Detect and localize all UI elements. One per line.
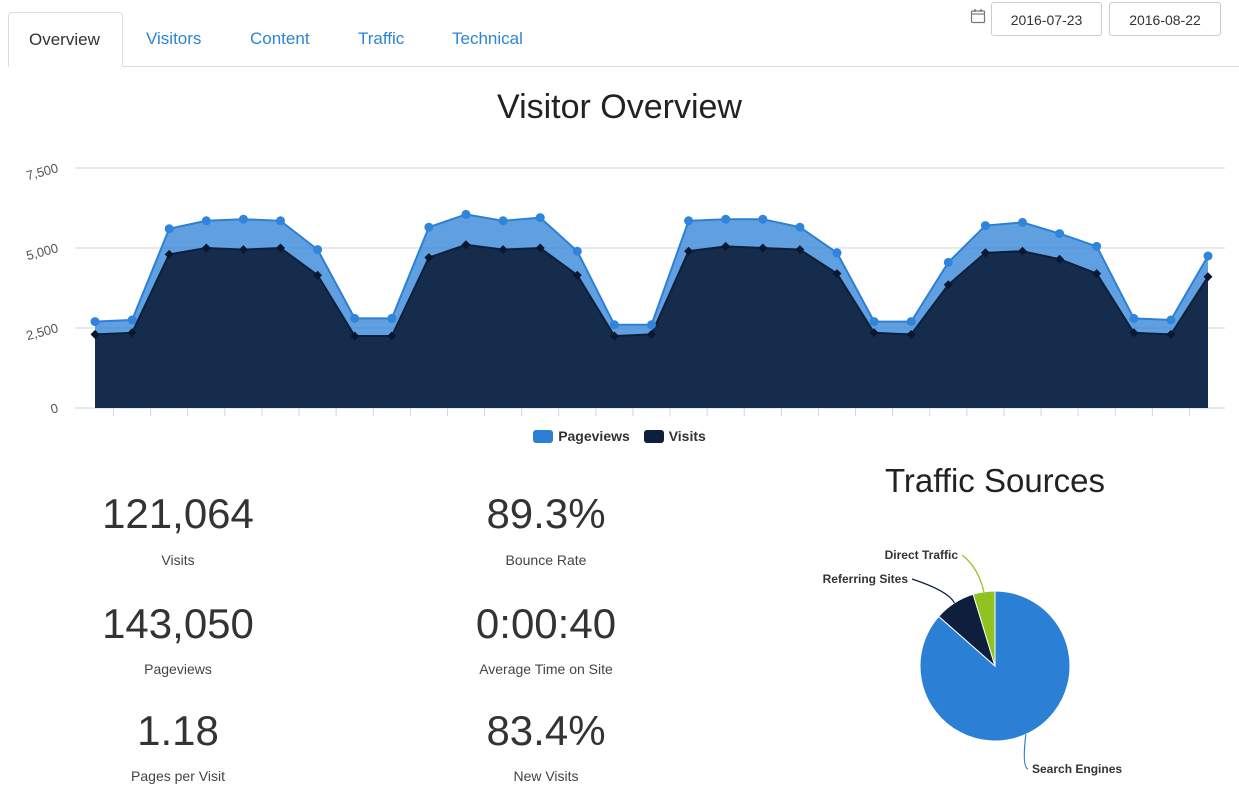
visitor-overview-chart: 0 2,500 5,000 7,500 bbox=[24, 160, 1225, 417]
point-pageviews bbox=[127, 315, 137, 325]
legend-item-visits[interactable]: Visits bbox=[643, 428, 706, 444]
y-tick-label: 7,500 bbox=[24, 160, 59, 183]
chart-title: Visitor Overview bbox=[497, 88, 742, 126]
legend-label-visits: Visits bbox=[668, 428, 706, 444]
avg-time-value: 0:00:40 bbox=[475, 600, 617, 647]
point-pageviews bbox=[387, 313, 397, 323]
legend-swatch-pageviews bbox=[533, 430, 554, 443]
y-tick-label: 5,000 bbox=[24, 240, 59, 263]
pie-connector bbox=[961, 554, 985, 592]
pageviews-value: 143,050 bbox=[102, 600, 254, 647]
point-pageviews bbox=[350, 313, 360, 323]
legend-item-pageviews[interactable]: Pageviews bbox=[533, 428, 630, 444]
point-pageviews bbox=[1166, 315, 1176, 325]
start-date-field[interactable]: 2016-07-23 bbox=[991, 2, 1102, 36]
point-pageviews bbox=[276, 216, 285, 226]
visits-value: 121,064 bbox=[102, 490, 254, 537]
bounce-rate-label: Bounce Rate bbox=[505, 552, 587, 568]
point-pageviews bbox=[572, 246, 582, 256]
point-pageviews bbox=[980, 221, 990, 231]
chart-legend: Pageviews Visits bbox=[0, 428, 1239, 444]
point-pageviews bbox=[609, 320, 619, 330]
point-pageviews bbox=[90, 317, 100, 327]
point-pageviews bbox=[535, 213, 545, 223]
point-pageviews bbox=[684, 216, 694, 226]
point-pageviews bbox=[1203, 251, 1213, 261]
legend-swatch-visits bbox=[643, 430, 664, 443]
pie-connector bbox=[1023, 734, 1029, 770]
point-pageviews bbox=[1092, 241, 1102, 251]
pie-label: Direct Traffic bbox=[885, 548, 959, 562]
pie-connector bbox=[911, 578, 955, 604]
point-pageviews bbox=[1055, 229, 1065, 239]
pie-label: Referring Sites bbox=[823, 572, 909, 586]
pie-title: Traffic Sources bbox=[884, 462, 1106, 499]
calendar-icon[interactable] bbox=[970, 8, 986, 24]
pageviews-label: Pageviews bbox=[144, 661, 212, 677]
visits-label: Visits bbox=[161, 552, 195, 568]
y-tick-label: 0 bbox=[49, 400, 60, 416]
pages-per-visit-value: 1.18 bbox=[137, 707, 219, 754]
end-date-field[interactable]: 2016-08-22 bbox=[1109, 2, 1221, 36]
point-pageviews bbox=[758, 214, 768, 224]
y-tick-label: 2,500 bbox=[24, 320, 59, 343]
legend-label-pageviews: Pageviews bbox=[558, 428, 630, 444]
point-pageviews bbox=[164, 224, 174, 234]
tab-technical[interactable]: Technical bbox=[432, 12, 543, 66]
pages-per-visit-label: Pages per Visit bbox=[131, 768, 225, 784]
tab-overview[interactable]: Overview bbox=[8, 12, 123, 67]
tab-traffic[interactable]: Traffic bbox=[338, 12, 424, 66]
point-pageviews bbox=[1129, 313, 1139, 323]
pie-label: Search Engines bbox=[1032, 762, 1122, 776]
bounce-rate-value: 89.3% bbox=[486, 490, 606, 537]
avg-time-label: Average Time on Site bbox=[479, 661, 613, 677]
point-pageviews bbox=[498, 216, 508, 226]
new-visits-value: 83.4% bbox=[486, 707, 606, 754]
point-pageviews bbox=[313, 245, 323, 255]
point-pageviews bbox=[943, 257, 953, 267]
new-visits-label: New Visits bbox=[513, 768, 579, 784]
tab-visitors[interactable]: Visitors bbox=[126, 12, 221, 66]
point-pageviews bbox=[832, 248, 842, 258]
point-pageviews bbox=[721, 214, 731, 224]
point-pageviews bbox=[238, 214, 248, 224]
point-pageviews bbox=[1018, 217, 1027, 227]
point-pageviews bbox=[795, 222, 805, 232]
point-pageviews bbox=[906, 317, 916, 327]
point-pageviews bbox=[201, 216, 211, 226]
tab-content[interactable]: Content bbox=[230, 12, 330, 66]
traffic-sources-chart: Search Engines Referring Sites Direct Traf… bbox=[823, 548, 1123, 776]
point-pageviews bbox=[869, 317, 879, 327]
point-pageviews bbox=[424, 222, 434, 232]
point-pageviews bbox=[647, 320, 656, 330]
point-pageviews bbox=[461, 209, 471, 219]
